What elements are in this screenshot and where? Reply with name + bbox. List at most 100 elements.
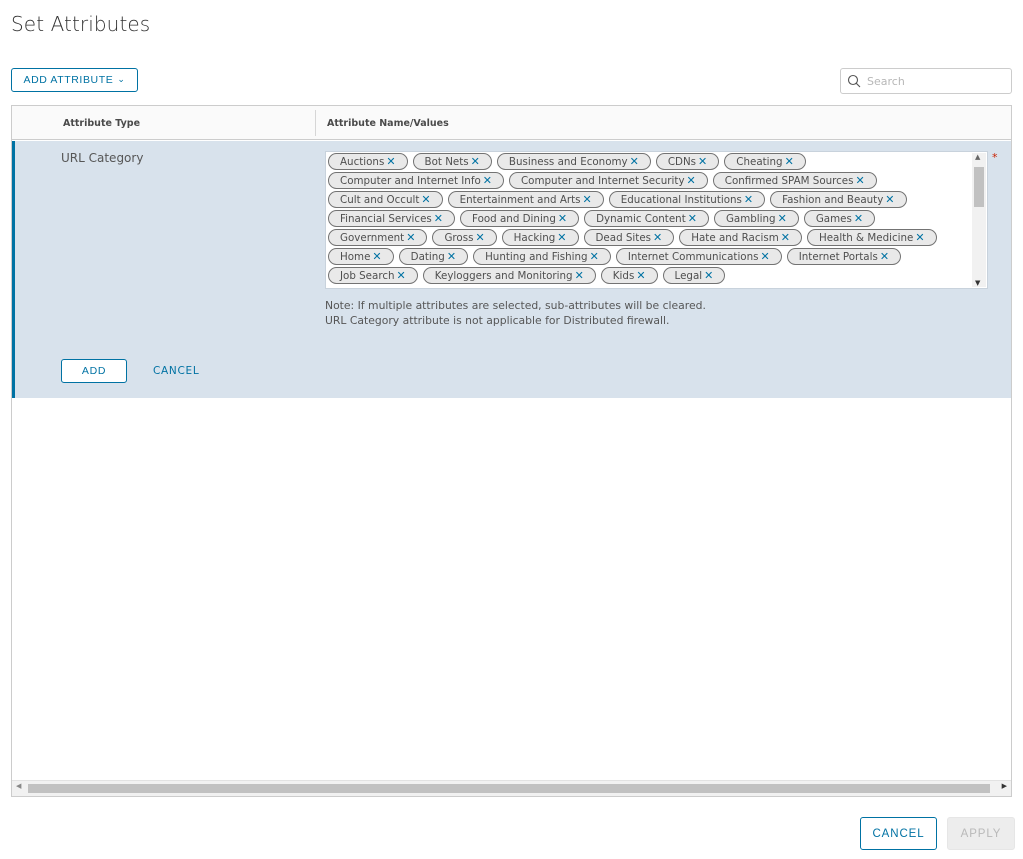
- attribute-value-tag: Internet Communications ✕: [615, 248, 782, 265]
- column-header-attribute-values: Attribute Name/Values: [327, 118, 449, 129]
- add-attribute-button[interactable]: ADD ATTRIBUTE ⌄: [11, 68, 138, 92]
- horizontal-scrollbar[interactable]: ◀ ▶: [12, 780, 1011, 796]
- scroll-down-icon[interactable]: ▼: [975, 279, 980, 287]
- remove-tag-icon[interactable]: ✕: [687, 174, 696, 187]
- tag-label: Dating: [410, 251, 445, 263]
- remove-tag-icon[interactable]: ✕: [558, 212, 567, 225]
- required-indicator: *: [992, 151, 998, 164]
- remove-tag-icon[interactable]: ✕: [575, 269, 584, 282]
- tag-label: Confirmed SPAM Sources: [724, 175, 854, 187]
- tag-label: Fashion and Beauty: [782, 194, 884, 206]
- search-field[interactable]: [840, 68, 1012, 94]
- tag-label: Home: [340, 251, 371, 263]
- tag-label: Health & Medicine: [818, 232, 914, 244]
- tag-label: Business and Economy: [508, 156, 628, 168]
- remove-tag-icon[interactable]: ✕: [856, 174, 865, 187]
- scroll-up-icon[interactable]: ▲: [975, 153, 980, 161]
- remove-tag-icon[interactable]: ✕: [885, 193, 894, 206]
- grid-header: Attribute Type Attribute Name/Values: [12, 106, 1011, 140]
- attributes-grid: Attribute Type Attribute Name/Values URL…: [11, 105, 1012, 797]
- tag-label: Auctions: [340, 156, 385, 168]
- tag-label: Hacking: [513, 232, 556, 244]
- attribute-value-tag: Games ✕: [803, 210, 876, 227]
- remove-tag-icon[interactable]: ✕: [915, 231, 924, 244]
- remove-tag-icon[interactable]: ✕: [434, 212, 443, 225]
- remove-tag-icon[interactable]: ✕: [386, 155, 395, 168]
- tag-label: Educational Institutions: [620, 194, 742, 206]
- remove-tag-icon[interactable]: ✕: [761, 250, 770, 263]
- attribute-value-tag: Health & Medicine ✕: [806, 229, 937, 246]
- cancel-edit-button[interactable]: CANCEL: [153, 365, 199, 377]
- attribute-value-tag: Gambling ✕: [713, 210, 799, 227]
- attribute-value-tag: Fashion and Beauty ✕: [770, 191, 907, 208]
- column-divider[interactable]: [315, 110, 316, 136]
- attribute-value-tag: Computer and Internet Info ✕: [328, 172, 504, 189]
- chevron-down-icon: ⌄: [117, 73, 126, 84]
- add-button[interactable]: ADD: [61, 359, 127, 383]
- remove-tag-icon[interactable]: ✕: [704, 269, 713, 282]
- tag-label: Hate and Racism: [691, 232, 779, 244]
- attribute-value-tag: Financial Services ✕: [328, 210, 456, 227]
- scroll-left-icon[interactable]: ◀: [16, 782, 21, 790]
- attribute-value-tag: Hacking ✕: [501, 229, 579, 246]
- tag-label: Computer and Internet Info: [340, 175, 481, 187]
- tag-list: Auctions ✕ Bot Nets ✕ Business and Economy ✕ C…: [327, 153, 972, 286]
- remove-tag-icon[interactable]: ✕: [781, 231, 790, 244]
- remove-tag-icon[interactable]: ✕: [372, 250, 381, 263]
- attribute-value-tag: Dynamic Content ✕: [584, 210, 709, 227]
- tag-label: Dead Sites: [595, 232, 652, 244]
- attribute-value-tag: Gross ✕: [432, 229, 497, 246]
- attribute-value-tag: Dead Sites ✕: [583, 229, 675, 246]
- tag-label: CDNs: [667, 156, 697, 168]
- cancel-button[interactable]: CANCEL: [860, 817, 937, 850]
- attribute-value-tag: Government ✕: [328, 229, 428, 246]
- remove-tag-icon[interactable]: ✕: [636, 269, 645, 282]
- attribute-value-tag: Cheating ✕: [724, 153, 806, 170]
- attribute-value-tag: Hate and Racism ✕: [679, 229, 802, 246]
- remove-tag-icon[interactable]: ✕: [471, 155, 480, 168]
- remove-tag-icon[interactable]: ✕: [583, 193, 592, 206]
- remove-tag-icon[interactable]: ✕: [688, 212, 697, 225]
- tag-label: Gross: [444, 232, 474, 244]
- scrollbar-thumb[interactable]: [974, 167, 984, 207]
- apply-button[interactable]: APPLY: [947, 817, 1015, 850]
- remove-tag-icon[interactable]: ✕: [397, 269, 406, 282]
- remove-tag-icon[interactable]: ✕: [630, 155, 639, 168]
- tag-label: Financial Services: [340, 213, 432, 225]
- tag-label: Job Search: [340, 270, 395, 282]
- remove-tag-icon[interactable]: ✕: [406, 231, 415, 244]
- remove-tag-icon[interactable]: ✕: [475, 231, 484, 244]
- remove-tag-icon[interactable]: ✕: [698, 155, 707, 168]
- column-header-attribute-type: Attribute Type: [63, 118, 141, 129]
- remove-tag-icon[interactable]: ✕: [653, 231, 662, 244]
- tag-label: Kids: [612, 270, 635, 282]
- tag-label: Dynamic Content: [596, 213, 686, 225]
- note-line-1: Note: If multiple attributes are selecte…: [325, 299, 706, 312]
- remove-tag-icon[interactable]: ✕: [778, 212, 787, 225]
- remove-tag-icon[interactable]: ✕: [421, 193, 430, 206]
- attribute-value-tag: Confirmed SPAM Sources ✕: [712, 172, 877, 189]
- attribute-type-value[interactable]: URL Category: [61, 151, 143, 165]
- remove-tag-icon[interactable]: ✕: [590, 250, 599, 263]
- tag-label: Entertainment and Arts: [459, 194, 581, 206]
- attribute-value-tag: Job Search ✕: [328, 267, 418, 284]
- scroll-right-icon[interactable]: ▶: [1002, 782, 1007, 790]
- remove-tag-icon[interactable]: ✕: [854, 212, 863, 225]
- attribute-value-tag: Bot Nets ✕: [412, 153, 492, 170]
- remove-tag-icon[interactable]: ✕: [785, 155, 794, 168]
- note-line-2: URL Category attribute is not applicable…: [325, 314, 670, 327]
- horizontal-scrollbar-thumb[interactable]: [28, 784, 990, 793]
- search-input[interactable]: [867, 72, 1007, 90]
- attribute-values-multiselect[interactable]: Auctions ✕ Bot Nets ✕ Business and Economy ✕ C…: [325, 151, 988, 289]
- tag-label: Legal: [674, 270, 703, 282]
- tag-label: Bot Nets: [424, 156, 469, 168]
- remove-tag-icon[interactable]: ✕: [744, 193, 753, 206]
- tag-label: Food and Dining: [472, 213, 556, 225]
- tag-list-scrollbar[interactable]: ▲ ▼: [972, 153, 986, 287]
- remove-tag-icon[interactable]: ✕: [447, 250, 456, 263]
- remove-tag-icon[interactable]: ✕: [557, 231, 566, 244]
- tag-label: Hunting and Fishing: [485, 251, 588, 263]
- remove-tag-icon[interactable]: ✕: [880, 250, 889, 263]
- attribute-value-tag: Educational Institutions ✕: [608, 191, 766, 208]
- remove-tag-icon[interactable]: ✕: [483, 174, 492, 187]
